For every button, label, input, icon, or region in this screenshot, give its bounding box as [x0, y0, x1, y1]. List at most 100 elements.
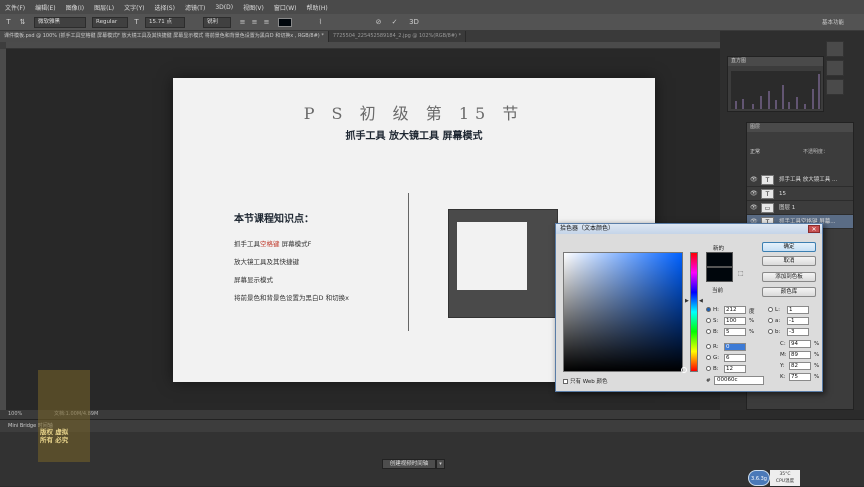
panel-dock-icon[interactable] [826, 41, 844, 57]
blend-mode-select[interactable]: 正常 [750, 148, 760, 155]
hue-radio[interactable] [706, 307, 711, 312]
text-color-swatch[interactable] [278, 18, 292, 27]
color-libraries-button[interactable]: 颜色库 [762, 287, 816, 297]
font-style-select[interactable]: Regular [92, 17, 128, 28]
brightness-radio[interactable] [706, 329, 711, 334]
cancel-button[interactable]: 取消 [762, 256, 816, 266]
red-radio[interactable] [706, 344, 711, 349]
panel-dock-icon[interactable] [826, 79, 844, 95]
tab-document-2[interactable]: 7725504_225452589184_2.jpg @ 102%(RGB/8#… [328, 31, 467, 42]
lab-l-input[interactable]: 1 [787, 306, 809, 314]
color-cursor[interactable] [681, 367, 687, 373]
screenshot-thumbnail [448, 209, 558, 318]
saturation-input[interactable]: 100 [724, 317, 746, 325]
antialias-select[interactable]: 锐利 [203, 17, 231, 28]
workspace-label[interactable]: 基本功能 [822, 18, 844, 26]
tab-document-active[interactable]: 课件模板.psd @ 100% (抓手工具空格键 屏幕模式F 放大镜工具及其快捷… [0, 31, 329, 42]
commit-icon[interactable]: ✓ [390, 18, 399, 27]
knowledge-point-1: 抓手工具空格键 屏幕模式F [234, 240, 312, 248]
slide-subtitle: 抓手工具 放大镜工具 屏幕模式 [345, 131, 483, 142]
hue-slider[interactable] [690, 252, 698, 372]
timeline-panel: Mini Bridge 时间轴 创建视频时间轴 ▾ [0, 419, 864, 486]
histogram-title[interactable]: 直方图 [728, 57, 823, 66]
layer-type-icon: T [761, 189, 774, 199]
hue-arrow-icon[interactable]: ▶ [685, 298, 689, 304]
menu-item[interactable]: 图像(I) [61, 3, 89, 12]
hue-arrow-icon[interactable]: ◀ [699, 298, 703, 304]
align-left-icon[interactable]: ≡ [238, 18, 247, 27]
lab-l-row[interactable]: L: [768, 306, 780, 315]
layer-row[interactable]: 👁 T 抓手工具 放大镜工具 ... [747, 173, 853, 187]
text-orientation-icon[interactable]: ⇅ [18, 18, 27, 27]
layer-row[interactable]: 👁 ▭ 图层 1 [747, 201, 853, 215]
brightness-row[interactable]: B: [706, 328, 719, 337]
cpu-speed-badge: 3.6.3g [748, 470, 770, 486]
red-row[interactable]: R: [706, 343, 719, 352]
align-center-icon[interactable]: ≡ [250, 18, 259, 27]
green-radio[interactable] [706, 355, 711, 360]
current-color-swatch[interactable] [706, 267, 733, 282]
menu-item[interactable]: 文件(F) [0, 3, 30, 12]
lab-a-input[interactable]: -1 [787, 317, 809, 325]
saturation-radio[interactable] [706, 318, 711, 323]
menu-item[interactable]: 帮助(H) [302, 3, 333, 12]
menu-item[interactable]: 窗口(W) [269, 3, 302, 12]
cancel-icon[interactable]: ⊘ [374, 18, 383, 27]
knowledge-point-3: 屏幕显示模式 [234, 276, 273, 284]
green-input[interactable]: 6 [724, 354, 746, 362]
text-tool-icon[interactable]: T [4, 18, 13, 27]
panel-dock-icon[interactable] [826, 60, 844, 76]
font-family-select[interactable]: 微软雅黑 [34, 17, 86, 28]
web-only-checkbox[interactable]: 只有 Web 颜色 [563, 377, 608, 385]
lab-l-radio[interactable] [768, 307, 773, 312]
black-input[interactable]: 75 [789, 373, 811, 381]
magenta-input[interactable]: 89 [789, 351, 811, 359]
lab-a-radio[interactable] [768, 318, 773, 323]
menu-item[interactable]: 文字(Y) [119, 3, 149, 12]
layers-title[interactable]: 图层 [747, 123, 853, 132]
eye-icon[interactable]: 👁 [750, 187, 758, 201]
new-color-swatch [706, 252, 733, 267]
close-icon[interactable]: ✕ [808, 225, 820, 233]
timeline-tabs[interactable]: Mini Bridge 时间轴 [0, 420, 864, 432]
saturation-row[interactable]: S: [706, 317, 718, 326]
hue-input[interactable]: 212 [724, 306, 746, 314]
align-right-icon[interactable]: ≡ [262, 18, 271, 27]
lab-b-input[interactable]: -3 [787, 328, 809, 336]
hex-input[interactable]: 00060c [714, 376, 764, 385]
zoom-level[interactable]: 100% [8, 410, 22, 419]
layer-row[interactable]: 👁 T 15 [747, 187, 853, 201]
unit-label: % [749, 318, 755, 324]
menu-item[interactable]: 滤镜(T) [180, 3, 210, 12]
warp-text-icon[interactable]: ⌇ [316, 18, 325, 27]
menu-item[interactable]: 编辑(E) [30, 3, 60, 12]
brightness-input[interactable]: 5 [724, 328, 746, 336]
blue-row[interactable]: B: [706, 365, 719, 374]
yellow-input[interactable]: 82 [789, 362, 811, 370]
blue-input[interactable]: 12 [724, 365, 746, 373]
eye-icon[interactable]: 👁 [750, 173, 758, 187]
cube-icon[interactable]: ⬚ [738, 270, 744, 277]
red-input[interactable]: 0 [724, 343, 746, 351]
hue-row[interactable]: H: [706, 306, 719, 315]
saturation-brightness-field[interactable] [563, 252, 687, 373]
chevron-down-icon[interactable]: ▾ [436, 459, 445, 469]
green-row[interactable]: G: [706, 354, 719, 363]
blue-radio[interactable] [706, 366, 711, 371]
ok-button[interactable]: 确定 [762, 242, 816, 252]
add-to-swatches-button[interactable]: 添加到色板 [762, 272, 816, 282]
create-video-timeline-button[interactable]: 创建视频时间轴 [382, 459, 436, 469]
lab-b-radio[interactable] [768, 329, 773, 334]
menu-item[interactable]: 选择(S) [149, 3, 180, 12]
menu-item[interactable]: 图层(L) [89, 3, 119, 12]
3d-icon[interactable]: 3D [408, 18, 420, 27]
lab-a-row[interactable]: a: [768, 317, 780, 326]
cyan-input[interactable]: 94 [789, 340, 811, 348]
font-size-field[interactable]: 15.71 点 [145, 17, 185, 28]
menu-item[interactable]: 视图(V) [238, 3, 269, 12]
new-color-label: 新的 [713, 246, 725, 252]
layer-name: 图层 1 [779, 205, 796, 211]
eye-icon[interactable]: 👁 [750, 201, 758, 215]
menu-item[interactable]: 3D(D) [210, 4, 238, 11]
lab-b-row[interactable]: b: [768, 328, 780, 337]
